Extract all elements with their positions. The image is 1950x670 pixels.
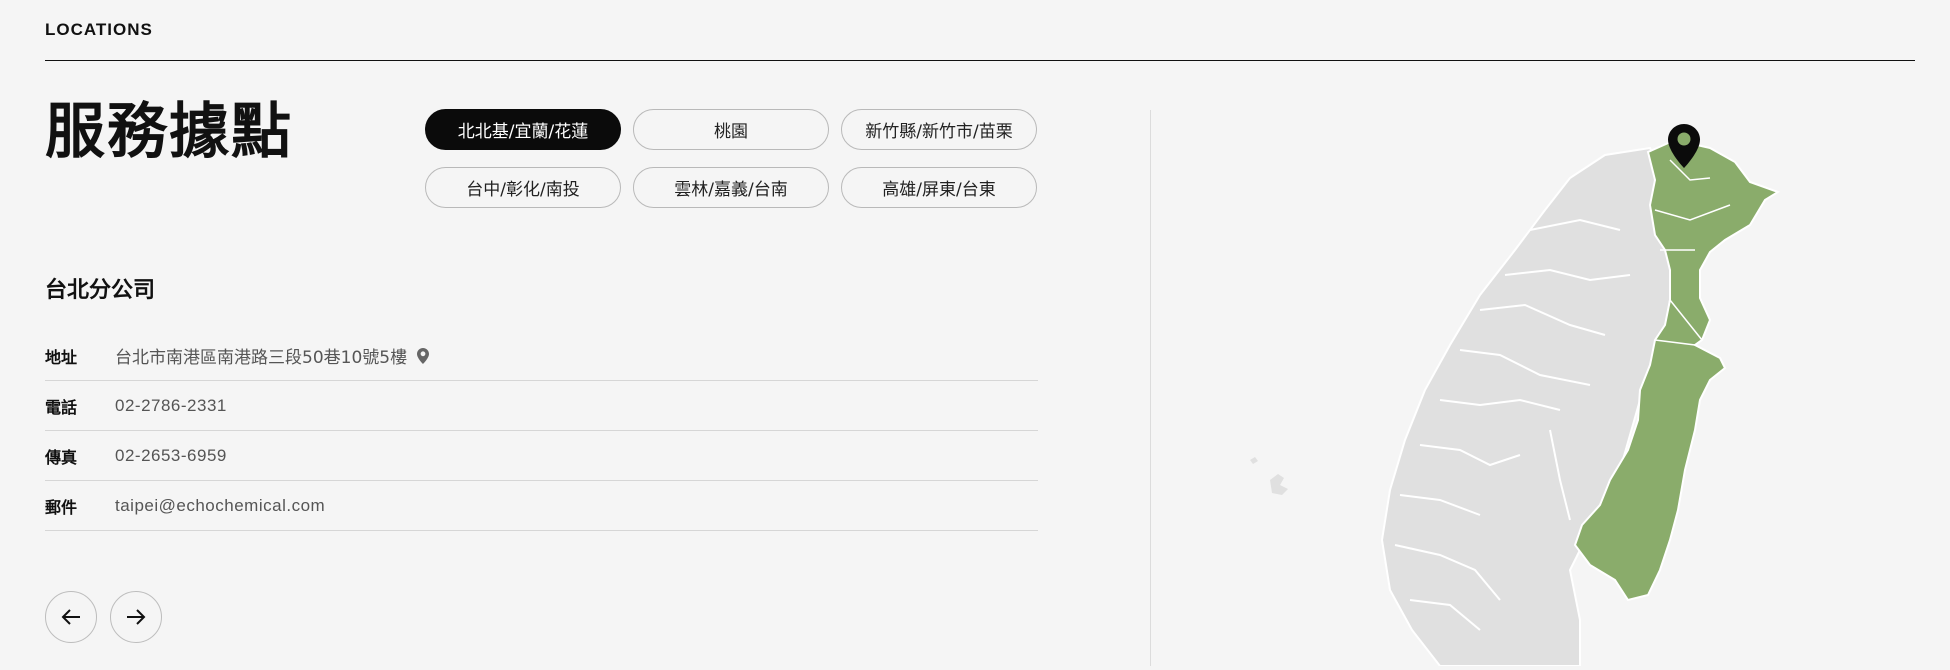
region-tab-hsinchu[interactable]: 新竹縣/新竹市/苗栗 (841, 109, 1037, 150)
prev-button[interactable] (45, 591, 97, 643)
address-value-wrap: 台北市南港區南港路三段50巷10號5樓 (115, 343, 430, 368)
page-title: 服務據點 (45, 97, 293, 167)
email-value[interactable]: taipei@echochemical.com (115, 496, 325, 516)
map-islet-small (1250, 457, 1258, 464)
fax-label: 傳真 (45, 447, 78, 467)
region-tab-north[interactable]: 北北基/宜蘭/花蓮 (425, 109, 621, 150)
office-title: 台北分公司 (45, 278, 156, 303)
region-tab-yunlin[interactable]: 雲林/嘉義/台南 (633, 167, 829, 208)
top-divider (45, 60, 1915, 61)
phone-value[interactable]: 02-2786-2331 (115, 396, 227, 416)
taiwan-map (1150, 100, 1950, 667)
arrow-left-icon (61, 609, 80, 625)
region-tab-taichung[interactable]: 台中/彰化/南投 (425, 167, 621, 208)
arrow-right-icon (127, 609, 146, 625)
carousel-nav (45, 591, 162, 643)
next-button[interactable] (110, 591, 162, 643)
address-label: 地址 (45, 347, 78, 367)
region-tab-kaohsiung[interactable]: 高雄/屏東/台東 (841, 167, 1037, 208)
fax-value: 02-2653-6959 (115, 445, 227, 465)
address-row: 地址 台北市南港區南港路三段50巷10號5樓 (45, 331, 1038, 381)
email-row: 郵件 taipei@echochemical.com (45, 481, 1038, 531)
section-label: LOCATIONS (45, 20, 153, 39)
email-label: 郵件 (45, 497, 78, 517)
map-islet-penghu (1270, 474, 1288, 495)
fax-row: 傳真 02-2653-6959 (45, 431, 1038, 481)
address-value: 台北市南港區南港路三段50巷10號5樓 (115, 348, 408, 368)
phone-label: 電話 (45, 397, 78, 417)
phone-row: 電話 02-2786-2331 (45, 381, 1038, 431)
map-pin-icon[interactable] (417, 347, 430, 364)
region-tab-taoyuan[interactable]: 桃園 (633, 109, 829, 150)
region-tabs: 北北基/宜蘭/花蓮 桃園 新竹縣/新竹市/苗栗 台中/彰化/南投 雲林/嘉義/台… (425, 109, 1037, 208)
office-info-table: 地址 台北市南港區南港路三段50巷10號5樓 電話 02-2786-2331 傳… (45, 331, 1038, 531)
